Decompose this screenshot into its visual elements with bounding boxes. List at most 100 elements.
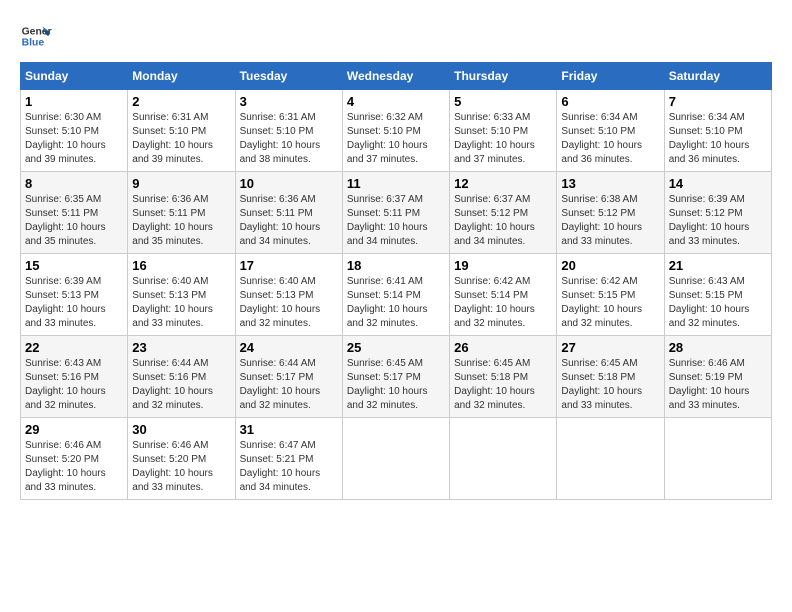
- day-info: Sunrise: 6:46 AM Sunset: 5:20 PM Dayligh…: [25, 439, 123, 495]
- day-number: 7: [669, 94, 767, 109]
- day-info: Sunrise: 6:30 AM Sunset: 5:10 PM Dayligh…: [25, 111, 123, 167]
- day-info: Sunrise: 6:38 AM Sunset: 5:12 PM Dayligh…: [561, 193, 659, 249]
- calendar-cell: 21 Sunrise: 6:43 AM Sunset: 5:15 PM Dayli…: [664, 254, 771, 336]
- day-info: Sunrise: 6:45 AM Sunset: 5:18 PM Dayligh…: [454, 357, 552, 413]
- calendar-cell: 28 Sunrise: 6:46 AM Sunset: 5:19 PM Dayli…: [664, 336, 771, 418]
- day-number: 4: [347, 94, 445, 109]
- day-info: Sunrise: 6:46 AM Sunset: 5:19 PM Dayligh…: [669, 357, 767, 413]
- calendar-cell: 27 Sunrise: 6:45 AM Sunset: 5:18 PM Dayli…: [557, 336, 664, 418]
- day-number: 12: [454, 176, 552, 191]
- day-number: 22: [25, 340, 123, 355]
- day-info: Sunrise: 6:35 AM Sunset: 5:11 PM Dayligh…: [25, 193, 123, 249]
- calendar-cell: 12Sunrise: 6:37 AM Sunset: 5:12 PM Dayli…: [450, 172, 557, 254]
- calendar-cell: 30Sunrise: 6:46 AM Sunset: 5:20 PM Dayli…: [128, 418, 235, 500]
- calendar-cell: 6 Sunrise: 6:34 AM Sunset: 5:10 PM Daylig…: [557, 90, 664, 172]
- day-info: Sunrise: 6:47 AM Sunset: 5:21 PM Dayligh…: [240, 439, 338, 495]
- logo: General Blue: [20, 20, 56, 52]
- day-info: Sunrise: 6:45 AM Sunset: 5:18 PM Dayligh…: [561, 357, 659, 413]
- day-info: Sunrise: 6:44 AM Sunset: 5:17 PM Dayligh…: [240, 357, 338, 413]
- calendar-cell: 26 Sunrise: 6:45 AM Sunset: 5:18 PM Dayli…: [450, 336, 557, 418]
- day-info: Sunrise: 6:41 AM Sunset: 5:14 PM Dayligh…: [347, 275, 445, 331]
- logo-icon: General Blue: [20, 20, 52, 52]
- day-info: Sunrise: 6:45 AM Sunset: 5:17 PM Dayligh…: [347, 357, 445, 413]
- day-number: 8: [25, 176, 123, 191]
- day-number: 25: [347, 340, 445, 355]
- calendar-cell: [342, 418, 449, 500]
- page-header: General Blue: [20, 20, 772, 52]
- calendar-cell: 17 Sunrise: 6:40 AM Sunset: 5:13 PM Dayli…: [235, 254, 342, 336]
- day-number: 11: [347, 176, 445, 191]
- day-number: 6: [561, 94, 659, 109]
- day-number: 2: [132, 94, 230, 109]
- calendar-cell: 25 Sunrise: 6:45 AM Sunset: 5:17 PM Dayli…: [342, 336, 449, 418]
- day-number: 5: [454, 94, 552, 109]
- col-header-thursday: Thursday: [450, 63, 557, 90]
- calendar-cell: [664, 418, 771, 500]
- day-info: Sunrise: 6:42 AM Sunset: 5:14 PM Dayligh…: [454, 275, 552, 331]
- day-number: 9: [132, 176, 230, 191]
- calendar-cell: 19 Sunrise: 6:42 AM Sunset: 5:14 PM Dayli…: [450, 254, 557, 336]
- calendar-cell: 11 Sunrise: 6:37 AM Sunset: 5:11 PM Dayli…: [342, 172, 449, 254]
- day-number: 28: [669, 340, 767, 355]
- day-number: 17: [240, 258, 338, 273]
- day-info: Sunrise: 6:43 AM Sunset: 5:15 PM Dayligh…: [669, 275, 767, 331]
- day-info: Sunrise: 6:31 AM Sunset: 5:10 PM Dayligh…: [132, 111, 230, 167]
- day-info: Sunrise: 6:42 AM Sunset: 5:15 PM Dayligh…: [561, 275, 659, 331]
- calendar-cell: [557, 418, 664, 500]
- calendar-cell: 4 Sunrise: 6:32 AM Sunset: 5:10 PM Daylig…: [342, 90, 449, 172]
- day-number: 13: [561, 176, 659, 191]
- calendar-cell: 16Sunrise: 6:40 AM Sunset: 5:13 PM Dayli…: [128, 254, 235, 336]
- day-number: 20: [561, 258, 659, 273]
- calendar-cell: 15 Sunrise: 6:39 AM Sunset: 5:13 PM Dayli…: [21, 254, 128, 336]
- day-info: Sunrise: 6:39 AM Sunset: 5:12 PM Dayligh…: [669, 193, 767, 249]
- day-number: 15: [25, 258, 123, 273]
- calendar-cell: 8 Sunrise: 6:35 AM Sunset: 5:11 PM Daylig…: [21, 172, 128, 254]
- day-info: Sunrise: 6:39 AM Sunset: 5:13 PM Dayligh…: [25, 275, 123, 331]
- day-number: 24: [240, 340, 338, 355]
- day-info: Sunrise: 6:32 AM Sunset: 5:10 PM Dayligh…: [347, 111, 445, 167]
- day-info: Sunrise: 6:36 AM Sunset: 5:11 PM Dayligh…: [132, 193, 230, 249]
- day-number: 21: [669, 258, 767, 273]
- col-header-tuesday: Tuesday: [235, 63, 342, 90]
- day-number: 14: [669, 176, 767, 191]
- col-header-monday: Monday: [128, 63, 235, 90]
- calendar-cell: 10Sunrise: 6:36 AM Sunset: 5:11 PM Dayli…: [235, 172, 342, 254]
- calendar-cell: 18 Sunrise: 6:41 AM Sunset: 5:14 PM Dayli…: [342, 254, 449, 336]
- day-info: Sunrise: 6:43 AM Sunset: 5:16 PM Dayligh…: [25, 357, 123, 413]
- day-info: Sunrise: 6:36 AM Sunset: 5:11 PM Dayligh…: [240, 193, 338, 249]
- calendar-cell: 20 Sunrise: 6:42 AM Sunset: 5:15 PM Dayli…: [557, 254, 664, 336]
- calendar-cell: 23Sunrise: 6:44 AM Sunset: 5:16 PM Dayli…: [128, 336, 235, 418]
- day-info: Sunrise: 6:33 AM Sunset: 5:10 PM Dayligh…: [454, 111, 552, 167]
- day-info: Sunrise: 6:34 AM Sunset: 5:10 PM Dayligh…: [669, 111, 767, 167]
- day-number: 18: [347, 258, 445, 273]
- calendar-cell: [450, 418, 557, 500]
- calendar-cell: 24 Sunrise: 6:44 AM Sunset: 5:17 PM Dayli…: [235, 336, 342, 418]
- calendar-cell: 22 Sunrise: 6:43 AM Sunset: 5:16 PM Dayli…: [21, 336, 128, 418]
- calendar-cell: 7 Sunrise: 6:34 AM Sunset: 5:10 PM Daylig…: [664, 90, 771, 172]
- calendar-cell: 9 Sunrise: 6:36 AM Sunset: 5:11 PM Daylig…: [128, 172, 235, 254]
- day-number: 3: [240, 94, 338, 109]
- day-info: Sunrise: 6:37 AM Sunset: 5:11 PM Dayligh…: [347, 193, 445, 249]
- day-number: 1: [25, 94, 123, 109]
- day-info: Sunrise: 6:31 AM Sunset: 5:10 PM Dayligh…: [240, 111, 338, 167]
- day-number: 26: [454, 340, 552, 355]
- day-number: 29: [25, 422, 123, 437]
- day-number: 31: [240, 422, 338, 437]
- day-number: 27: [561, 340, 659, 355]
- calendar-cell: 14 Sunrise: 6:39 AM Sunset: 5:12 PM Dayli…: [664, 172, 771, 254]
- day-number: 19: [454, 258, 552, 273]
- calendar-cell: 29 Sunrise: 6:46 AM Sunset: 5:20 PM Dayli…: [21, 418, 128, 500]
- calendar-cell: 2 Sunrise: 6:31 AM Sunset: 5:10 PM Daylig…: [128, 90, 235, 172]
- day-info: Sunrise: 6:34 AM Sunset: 5:10 PM Dayligh…: [561, 111, 659, 167]
- day-number: 16: [132, 258, 230, 273]
- calendar-cell: 1 Sunrise: 6:30 AM Sunset: 5:10 PM Daylig…: [21, 90, 128, 172]
- col-header-friday: Friday: [557, 63, 664, 90]
- calendar-cell: 3 Sunrise: 6:31 AM Sunset: 5:10 PM Daylig…: [235, 90, 342, 172]
- calendar-table: SundayMondayTuesdayWednesdayThursdayFrid…: [20, 62, 772, 500]
- day-number: 23: [132, 340, 230, 355]
- day-info: Sunrise: 6:40 AM Sunset: 5:13 PM Dayligh…: [240, 275, 338, 331]
- calendar-cell: 31 Sunrise: 6:47 AM Sunset: 5:21 PM Dayli…: [235, 418, 342, 500]
- svg-text:Blue: Blue: [22, 38, 45, 49]
- day-number: 30: [132, 422, 230, 437]
- calendar-cell: 5 Sunrise: 6:33 AM Sunset: 5:10 PM Daylig…: [450, 90, 557, 172]
